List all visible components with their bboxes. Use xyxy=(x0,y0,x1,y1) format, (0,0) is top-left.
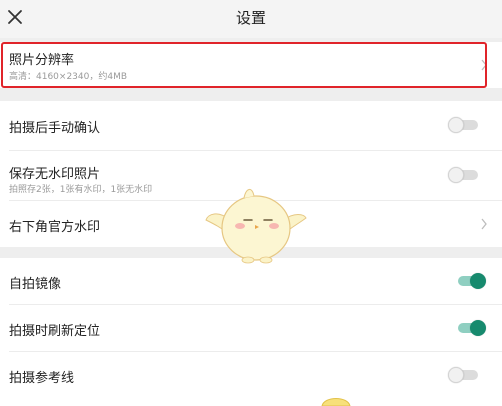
toggle-knob xyxy=(470,273,486,289)
row-title: 自拍镜像 xyxy=(9,277,62,292)
selfie-mirror-toggle[interactable] xyxy=(454,273,486,289)
refresh-location-toggle[interactable] xyxy=(454,320,486,336)
chevron-right-icon xyxy=(481,218,487,230)
section-resolution: 照片分辨率 高清：4160×2340，约4MB xyxy=(0,42,502,88)
row-title: 拍摄后手动确认 xyxy=(9,121,101,136)
row-title: 保存无水印照片 xyxy=(9,167,101,182)
row-refresh-location[interactable]: 拍摄时刷新定位 xyxy=(0,305,502,352)
chick-mascot-sticker xyxy=(205,189,307,264)
row-title: 拍摄参考线 xyxy=(9,371,75,386)
toggle-knob xyxy=(448,117,464,133)
section-camera: 自拍镜像 拍摄时刷新定位 拍摄参考线 xyxy=(0,258,502,406)
row-title: 右下角官方水印 xyxy=(9,220,101,235)
no-watermark-toggle[interactable] xyxy=(448,167,480,183)
row-grid-lines[interactable]: 拍摄参考线 xyxy=(0,352,502,399)
row-photo-resolution[interactable]: 照片分辨率 高清：4160×2340，约4MB xyxy=(0,42,502,88)
page-title: 设置 xyxy=(235,9,266,27)
row-title: 拍摄时刷新定位 xyxy=(9,324,101,339)
chick-mascot-sticker-partial xyxy=(321,398,351,406)
manual-confirm-toggle[interactable] xyxy=(448,117,480,133)
row-subtitle: 拍照存2张，1张有水印，1张无水印 xyxy=(9,185,153,195)
toggle-knob xyxy=(448,167,464,183)
row-title: 照片分辨率 xyxy=(9,53,75,68)
header-bar: 设置 xyxy=(0,0,502,38)
row-manual-confirm[interactable]: 拍摄后手动确认 xyxy=(0,101,502,151)
toggle-knob xyxy=(448,367,464,383)
chevron-right-icon xyxy=(481,59,487,71)
grid-lines-toggle[interactable] xyxy=(448,367,480,383)
toggle-knob xyxy=(470,320,486,336)
row-subtitle: 高清：4160×2340，约4MB xyxy=(9,72,128,82)
